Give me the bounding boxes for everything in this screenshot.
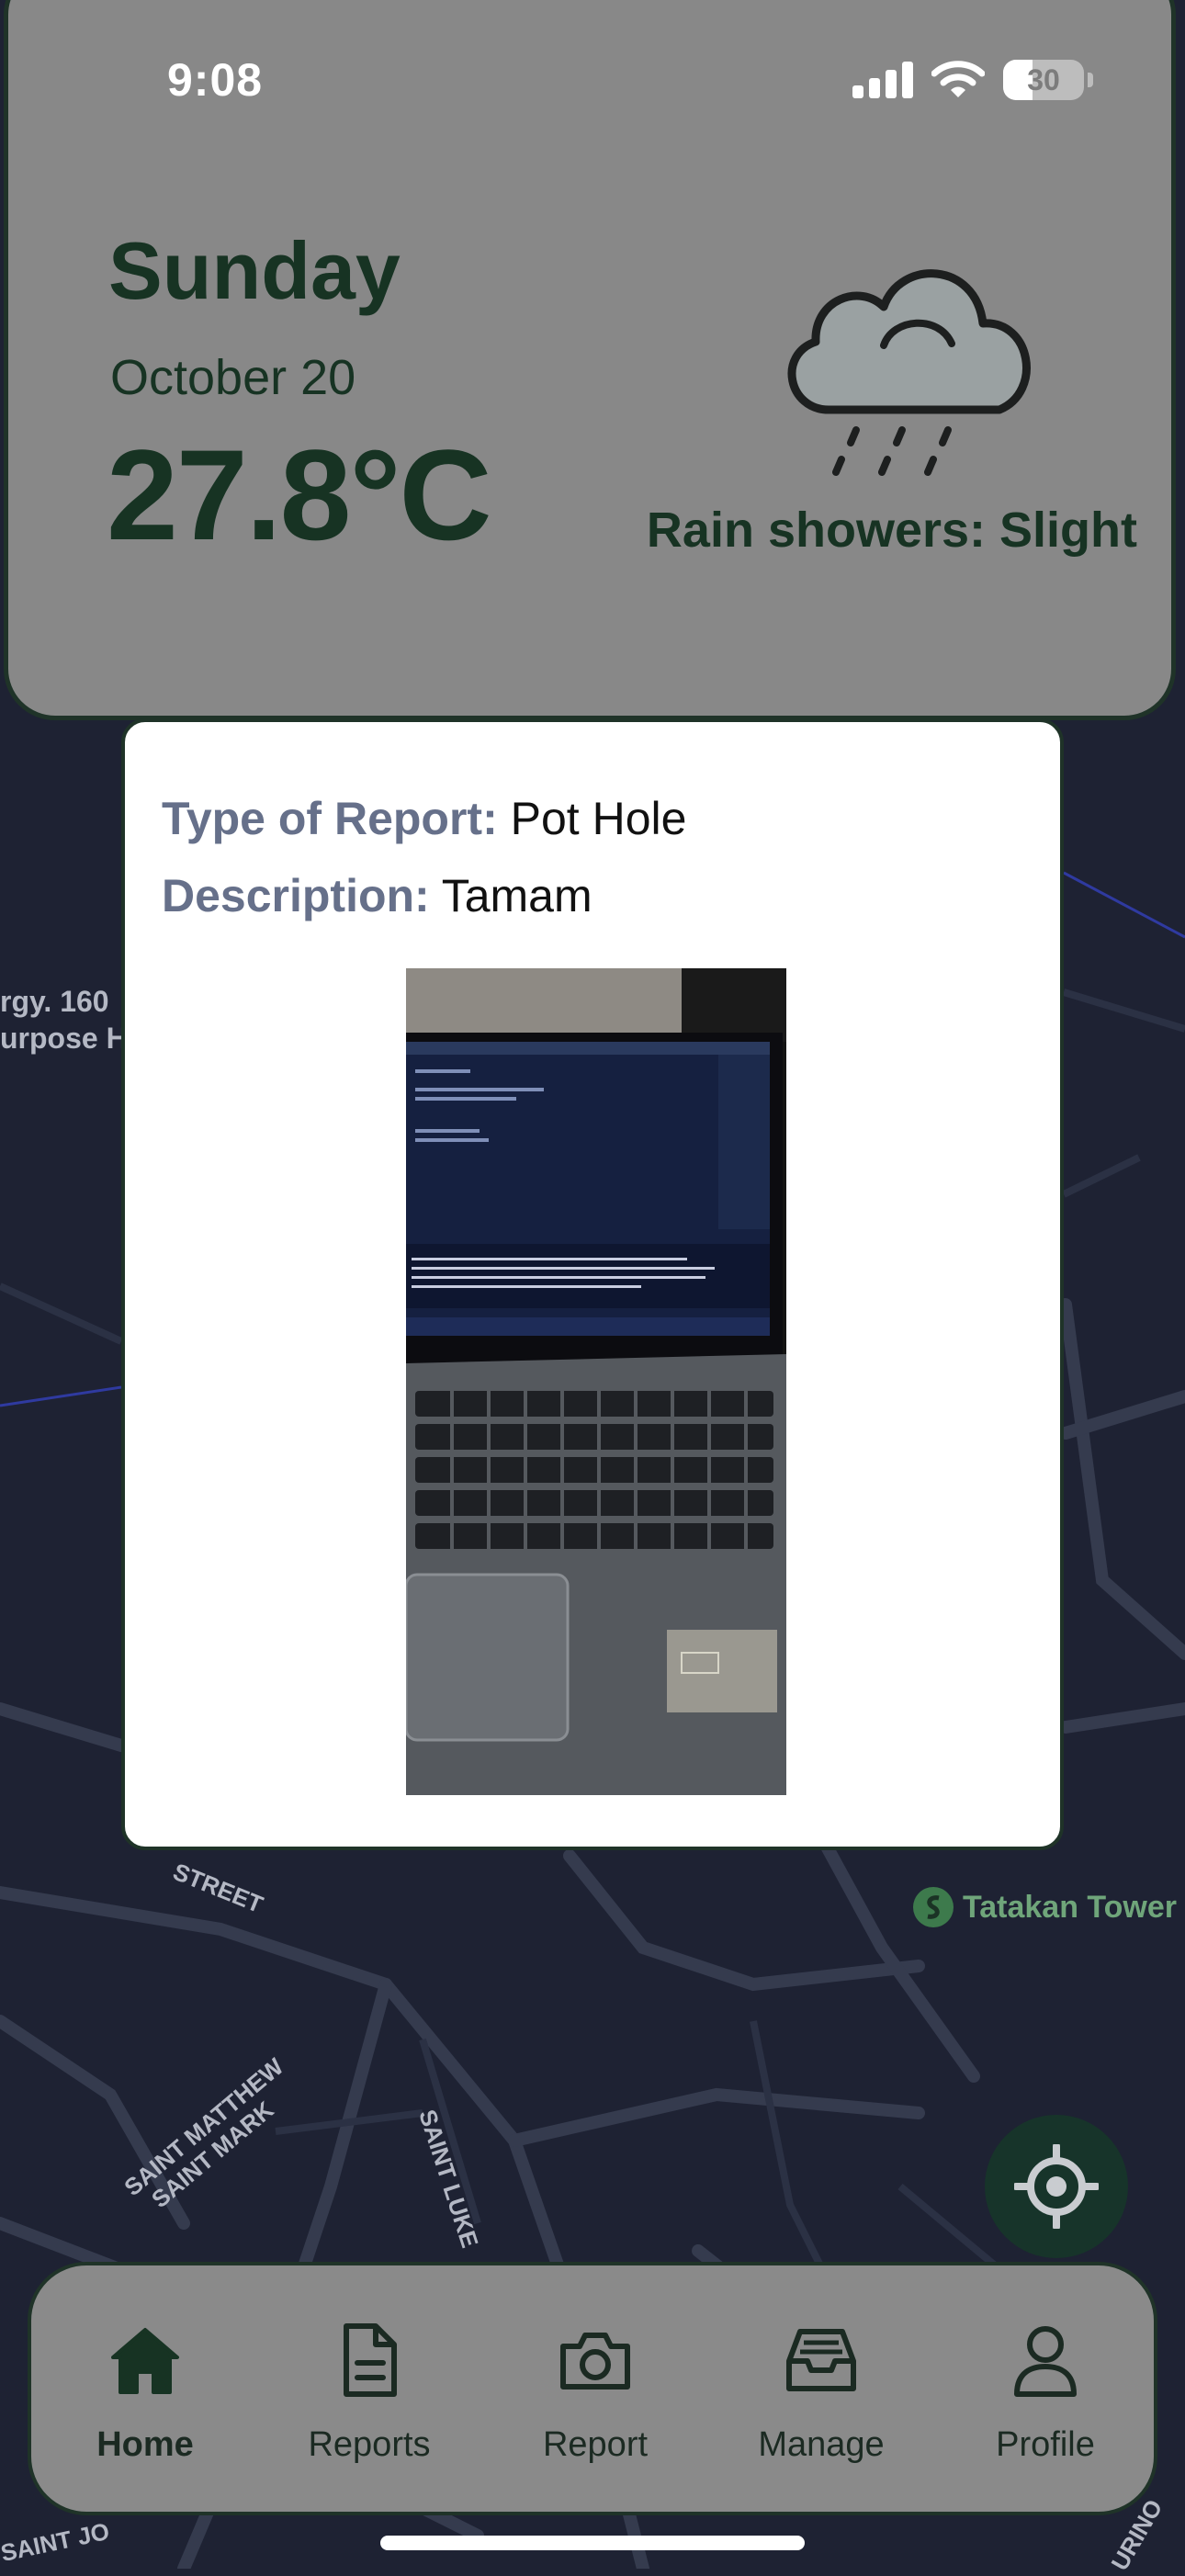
- report-type-label: Type of Report:: [162, 793, 498, 844]
- nav-report[interactable]: Report: [503, 2321, 687, 2486]
- nav-home[interactable]: Home: [53, 2321, 237, 2486]
- nav-home-label: Home: [96, 2425, 194, 2464]
- nav-manage[interactable]: Manage: [729, 2321, 913, 2486]
- wifi-icon: [931, 61, 985, 97]
- report-description-row: Description: Tamam: [162, 869, 592, 922]
- signal-icon: [852, 62, 913, 98]
- nav-profile[interactable]: Profile: [954, 2321, 1137, 2486]
- map-poi-tatakan-tower[interactable]: Tatakan Tower: [911, 1885, 1177, 1929]
- weather-date: October 20: [110, 350, 356, 405]
- report-photo[interactable]: [406, 968, 786, 1795]
- map-label-poi: rgy. 160: [0, 985, 109, 1018]
- battery-level: 30: [1027, 62, 1060, 96]
- weather-temperature: 27.8°C: [107, 423, 492, 567]
- nav-report-label: Report: [542, 2425, 649, 2464]
- bottom-navigation: Home Reports Report Manage Profile: [28, 2262, 1157, 2515]
- map-label-poi: urpose H: [0, 1022, 128, 1055]
- poi-pin-icon: [913, 1887, 954, 1927]
- inbox-icon: [786, 2329, 856, 2391]
- report-description-value: Tamam: [441, 870, 592, 921]
- battery-icon: 30: [1003, 60, 1093, 100]
- user-icon: [1014, 2326, 1077, 2397]
- report-type-value: Pot Hole: [510, 793, 687, 844]
- camera-icon: [560, 2333, 630, 2390]
- nav-reports[interactable]: Reports: [277, 2321, 461, 2486]
- home-indicator[interactable]: [380, 2536, 805, 2550]
- report-popup[interactable]: Type of Report: Pot Hole Description: Ta…: [121, 718, 1064, 1850]
- locate-me-button[interactable]: [985, 2115, 1128, 2258]
- status-time: 9:08: [167, 54, 264, 106]
- report-description-label: Description:: [162, 870, 430, 921]
- crosshair-icon: [1014, 2144, 1099, 2229]
- home-icon: [111, 2328, 179, 2394]
- nav-profile-label: Profile: [996, 2425, 1095, 2464]
- nav-manage-label: Manage: [758, 2425, 885, 2464]
- rain-cloud-icon: [787, 269, 1031, 476]
- weather-condition: Rain showers: Slight: [646, 503, 1137, 558]
- status-icons: 30: [852, 57, 1093, 103]
- document-icon: [344, 2323, 397, 2397]
- poi-label: Tatakan Tower: [963, 1889, 1178, 1925]
- weather-day: Sunday: [108, 225, 401, 316]
- nav-reports-label: Reports: [308, 2425, 431, 2464]
- report-type-row: Type of Report: Pot Hole: [162, 792, 686, 845]
